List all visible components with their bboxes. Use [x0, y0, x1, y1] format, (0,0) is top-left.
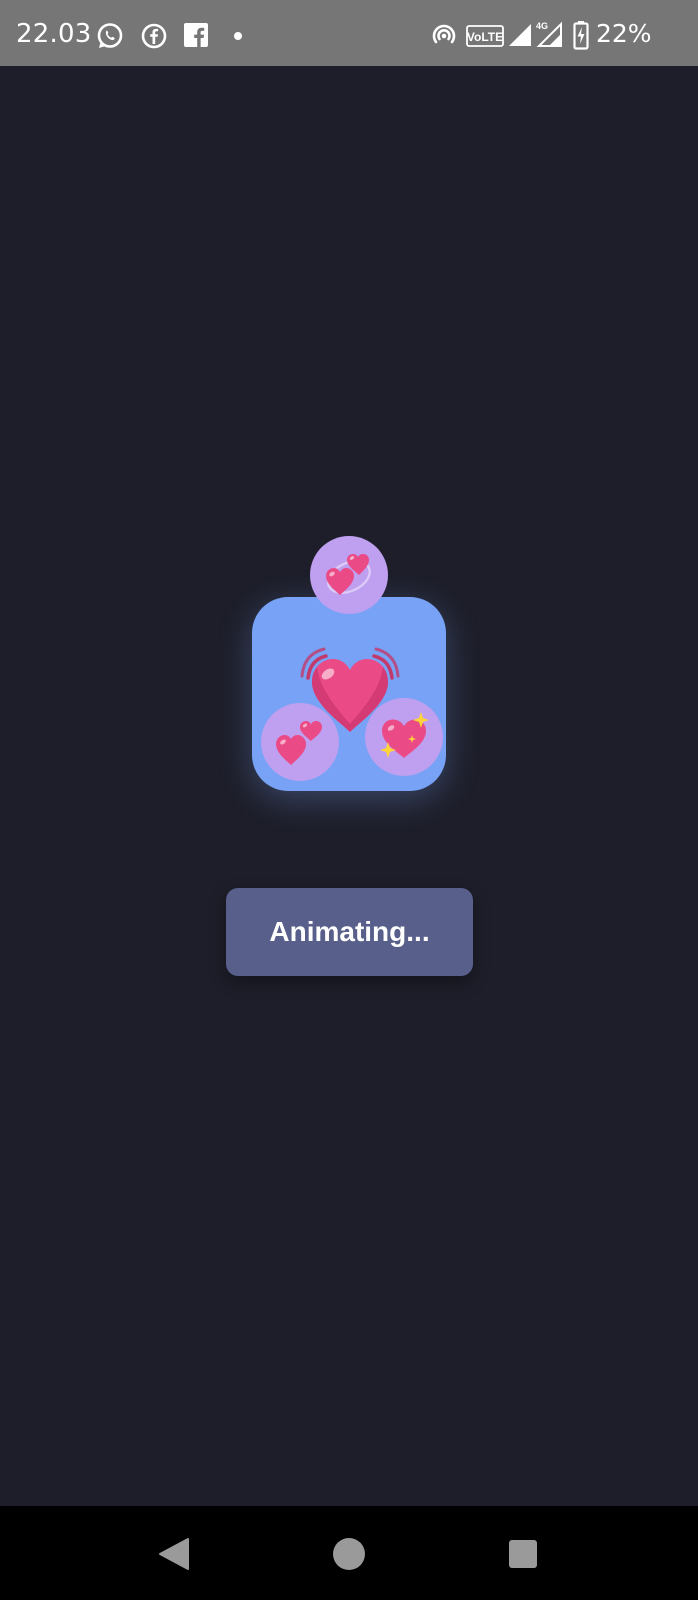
- facebook-messenger-icon: [141, 23, 167, 49]
- status-bar: 22.03 VoLTE 4G 22%: [0, 0, 698, 66]
- whatsapp-icon: [97, 23, 123, 48]
- bubble-top: [310, 536, 388, 614]
- two-hearts-icon: [276, 721, 322, 765]
- revolving-hearts-icon: [326, 554, 371, 595]
- volte-label: VoLTE: [467, 30, 503, 44]
- battery-charging-icon: [573, 21, 589, 50]
- network-label: 4G: [536, 21, 548, 31]
- recents-icon[interactable]: [508, 1539, 538, 1569]
- hotspot-icon: [432, 24, 456, 44]
- battery-percent: 22%: [596, 19, 652, 48]
- bubble-right: [365, 698, 443, 776]
- bubble-left: [261, 703, 339, 781]
- signal-icon: [509, 24, 531, 46]
- sparkling-heart-icon: [380, 712, 429, 758]
- back-icon[interactable]: [158, 1537, 190, 1571]
- more-notifications-dot-icon: [234, 32, 242, 40]
- animate-button[interactable]: Animating...: [226, 888, 473, 976]
- navigation-bar: [0, 1506, 698, 1600]
- main-content: Animating...: [0, 66, 698, 1506]
- status-time: 22.03: [16, 19, 92, 49]
- facebook-icon: [184, 23, 208, 47]
- volte-icon: VoLTE: [466, 25, 504, 47]
- home-icon[interactable]: [332, 1537, 366, 1571]
- signal-4g-icon: 4G: [536, 21, 562, 47]
